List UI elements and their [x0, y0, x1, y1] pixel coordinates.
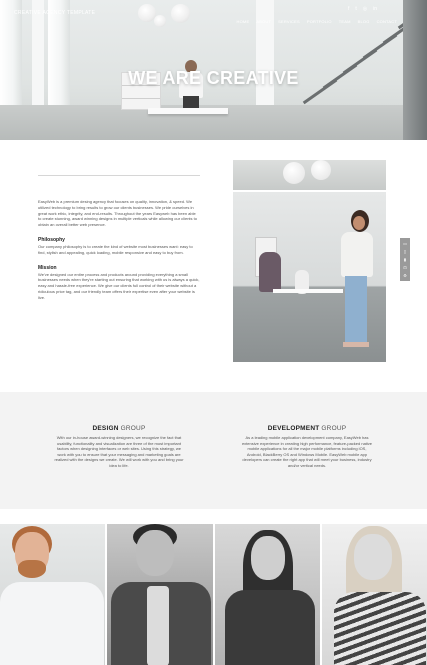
mission-text: We've designed our entire process and pr…	[38, 271, 200, 300]
team-gallery	[0, 524, 427, 665]
nav-contact[interactable]: CONTACT	[377, 19, 397, 24]
desk	[148, 108, 228, 114]
philosophy-text: Our company philosophy is to create the …	[38, 243, 193, 255]
mission-heading: Mission	[38, 264, 57, 271]
nav-blog[interactable]: BLOG	[358, 19, 370, 24]
pendant-lamp	[311, 160, 331, 180]
design-group-text: With our in-house award-winning designer…	[54, 435, 184, 468]
social-links: f t ◎ in	[348, 6, 377, 12]
about-section: EasyWeb is a premium desing agency that …	[38, 175, 200, 301]
main-nav: HOME ABOUT SERVICES PORTFOLIO TEAM BLOG …	[237, 19, 397, 24]
instagram-icon[interactable]: ◎	[363, 6, 367, 12]
phone-icon[interactable]: ▮	[404, 257, 406, 262]
development-title-thin: GROUP	[321, 425, 347, 432]
office-photo	[233, 192, 386, 362]
philosophy-heading: Philosophy	[38, 236, 65, 243]
shoes	[343, 342, 369, 347]
pendant-lamp	[283, 162, 305, 184]
groups-section: DESIGN GROUP With our in-house award-win…	[0, 392, 427, 509]
nav-services[interactable]: SERVICES	[278, 19, 300, 24]
hero-title: WE ARE CREATIVE	[128, 68, 299, 88]
office-photo-strip	[233, 160, 386, 190]
development-group-title: DEVELOPMENT GROUP	[241, 425, 373, 432]
team-member-1[interactable]	[0, 524, 106, 665]
person	[259, 252, 281, 292]
about-intro: EasyWeb is a premium desing agency that …	[38, 199, 197, 228]
face	[353, 216, 365, 230]
design-group-title: DESIGN GROUP	[53, 425, 185, 432]
design-title-thin: GROUP	[120, 425, 146, 432]
team-member-4[interactable]	[321, 524, 427, 665]
nav-about[interactable]: ABOUT	[256, 19, 271, 24]
design-group: DESIGN GROUP With our in-house award-win…	[53, 425, 185, 469]
linkedin-icon[interactable]: in	[373, 6, 377, 12]
divider	[38, 175, 200, 176]
side-toolbar: ▭ ▯ ▮ ⊡ ⚙	[400, 238, 410, 281]
table	[273, 289, 343, 293]
pendant-lamp	[171, 4, 190, 23]
window	[0, 0, 22, 118]
nav-home[interactable]: HOME	[237, 19, 250, 24]
development-group-text: As a leading mobile application developm…	[241, 435, 373, 468]
pendant-lamp	[154, 15, 166, 27]
tablet-icon[interactable]: ▯	[404, 249, 406, 254]
monitor-icon[interactable]: ▭	[403, 241, 407, 246]
facebook-icon[interactable]: f	[348, 6, 349, 12]
development-title-bold: DEVELOPMENT	[267, 425, 320, 432]
nav-team[interactable]: TEAM	[339, 19, 351, 24]
nav-portfolio[interactable]: PORTFOLIO	[307, 19, 332, 24]
brand-logo[interactable]: CREATIVE AGENCY TEMPLATE	[14, 10, 95, 16]
team-member-3[interactable]	[214, 524, 320, 665]
gear-icon[interactable]: ⚙	[403, 273, 407, 278]
cart-icon[interactable]: ⊡	[403, 265, 406, 270]
hero-banner: CREATIVE AGENCY TEMPLATE f t ◎ in HOME A…	[0, 0, 427, 140]
design-title-bold: DESIGN	[92, 425, 119, 432]
development-group: DEVELOPMENT GROUP As a leading mobile ap…	[241, 425, 373, 469]
clothing	[345, 276, 367, 344]
team-member-2[interactable]	[107, 524, 213, 665]
window	[48, 0, 70, 118]
twitter-icon[interactable]: t	[355, 6, 356, 12]
clothing	[341, 232, 373, 277]
